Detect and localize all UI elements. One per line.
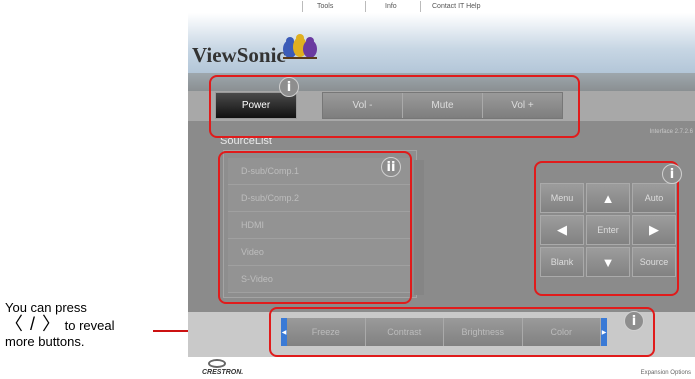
info-link[interactable]: Info (385, 3, 397, 10)
footer (188, 357, 695, 379)
instruction-line2: to reveal (64, 318, 115, 333)
instruction-line3: more buttons. (5, 334, 85, 349)
divider (302, 1, 303, 12)
divider (420, 1, 421, 12)
top-links-bar: Tools Info Contact IT Help (188, 0, 695, 13)
tools-link[interactable]: Tools (317, 3, 333, 10)
crestron-logo-icon (208, 359, 226, 368)
expansion-options-link[interactable]: Expansion Options (641, 370, 691, 376)
annotation-badge-i: i (624, 311, 644, 331)
annotation-badge-i: i (279, 77, 299, 97)
arrow-keys-icon: 〈 / 〉 (5, 314, 62, 334)
annotation-box-expansion (269, 307, 655, 357)
source-list-scrollbar[interactable] (414, 160, 424, 295)
brand-logo: ViewSonic (192, 43, 286, 67)
contact-it-help-link[interactable]: Contact IT Help (432, 3, 481, 10)
instruction-note: You can press 〈 / 〉 to reveal more butto… (5, 300, 155, 350)
crestron-logo: CRESTRON. (202, 369, 244, 376)
annotation-badge-ii: ii (381, 157, 401, 177)
interface-version: Interface 2.7.2.6 (649, 129, 693, 135)
brand-header: ViewSonic (188, 13, 695, 73)
annotation-box-power-volume (209, 75, 580, 138)
divider (365, 1, 366, 12)
annotation-box-navigation (534, 161, 679, 296)
birds-logo-icon (283, 34, 317, 59)
annotation-badge-i: i (662, 164, 682, 184)
